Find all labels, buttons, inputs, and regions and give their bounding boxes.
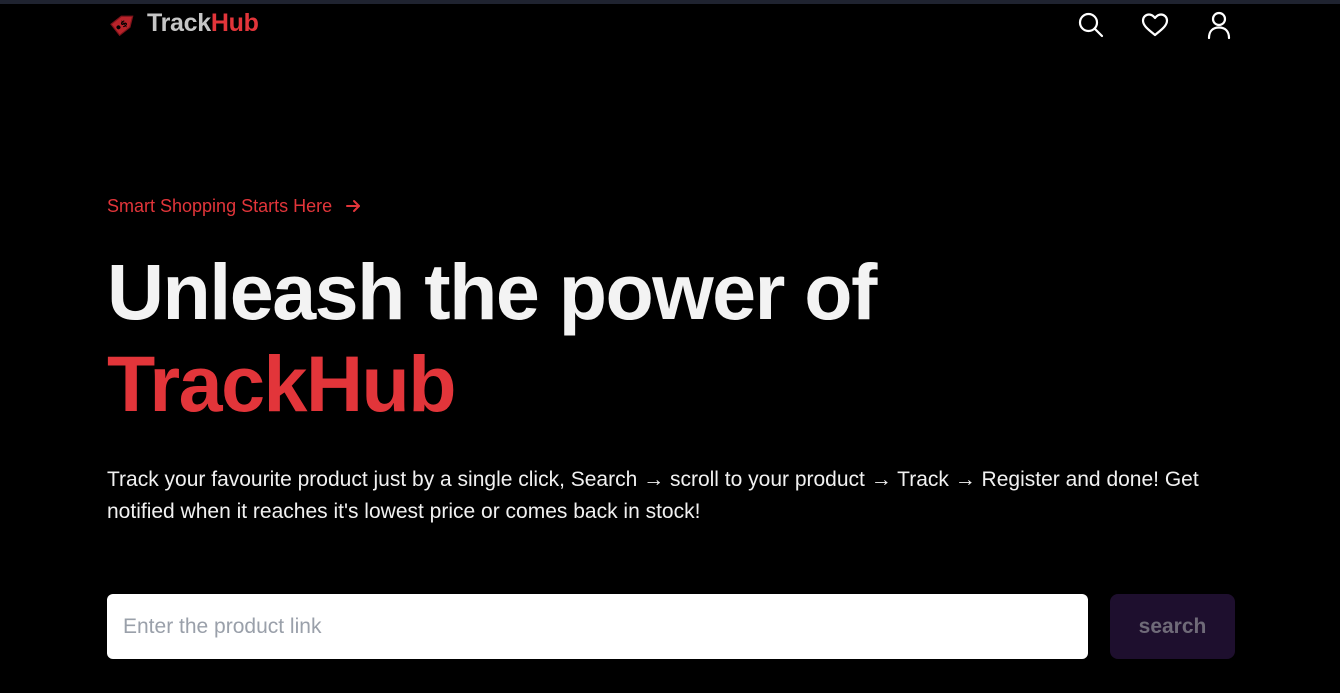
product-link-input[interactable] (107, 594, 1088, 659)
page: $ TrackHub Smart Shopping Starts Here Un… (0, 0, 1340, 693)
logo-link[interactable]: $ TrackHub (107, 6, 259, 40)
logo-text-hub: Hub (210, 9, 259, 37)
tagline-link[interactable]: Smart Shopping Starts Here (107, 194, 362, 218)
hero-description: Track your favourite product just by a s… (107, 468, 1199, 523)
site-header: $ TrackHub (107, 6, 1235, 42)
browser-top-strip (0, 0, 1340, 4)
price-tag-icon: $ (107, 6, 141, 40)
heart-icon[interactable] (1139, 9, 1171, 41)
search-button[interactable]: search (1110, 594, 1235, 659)
logo-text: TrackHub (147, 6, 259, 40)
arrow-right-icon (344, 197, 362, 215)
headline-line1: Unleash the power of (107, 247, 877, 336)
hero-headline: Unleash the power of TrackHub (107, 246, 1207, 430)
header-nav (1075, 9, 1235, 41)
user-icon[interactable] (1203, 9, 1235, 41)
logo-text-track: Track (147, 9, 211, 37)
search-icon[interactable] (1075, 9, 1107, 41)
headline-brand: TrackHub (107, 339, 457, 428)
tagline-text: Smart Shopping Starts Here (107, 196, 333, 216)
